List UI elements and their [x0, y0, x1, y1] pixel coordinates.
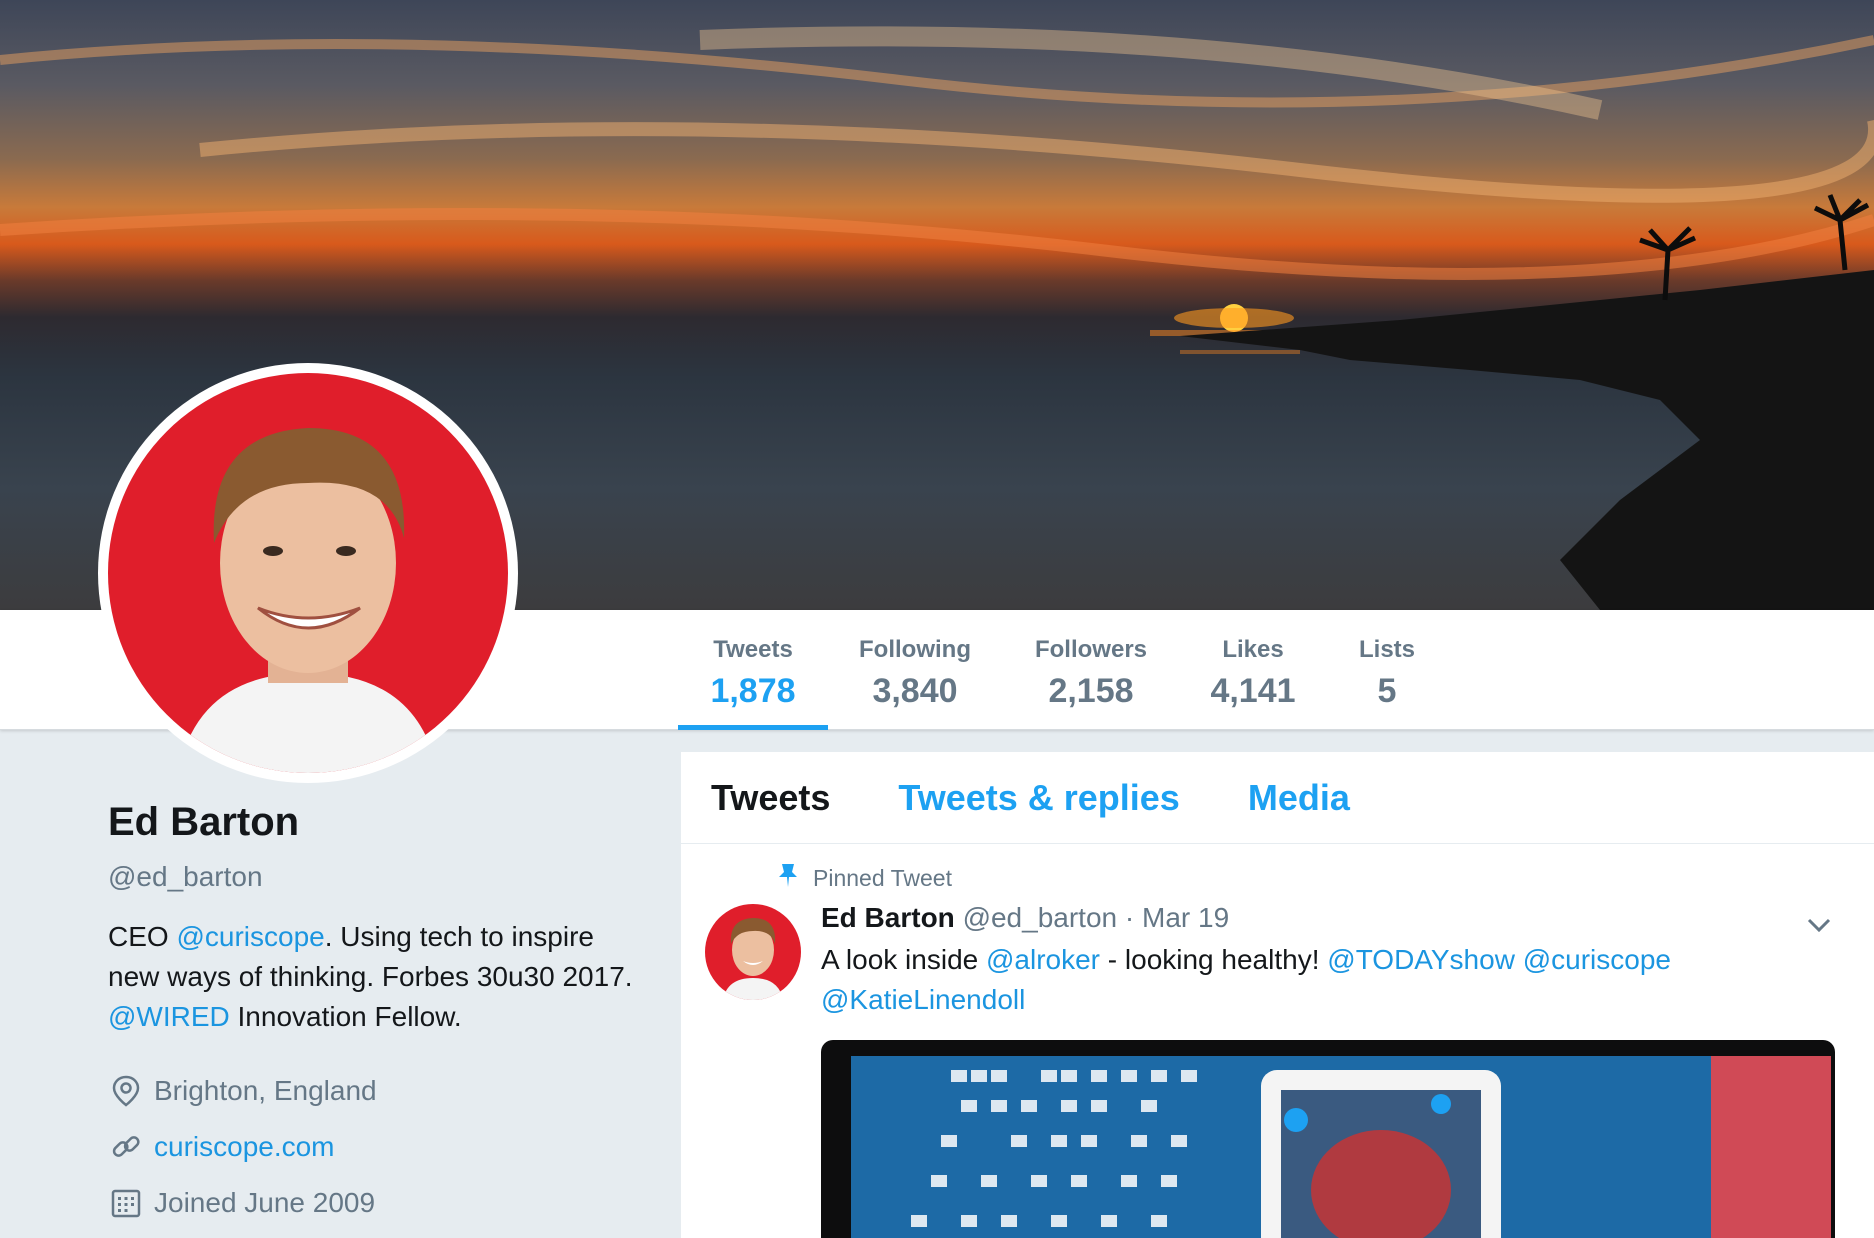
profile-info: Ed Barton @ed_barton CEO @curiscope. Usi…: [108, 800, 668, 1231]
chevron-down-icon[interactable]: [1802, 908, 1836, 942]
tab-tweets[interactable]: Tweets: [711, 777, 830, 819]
tweet-text: A look inside @alroker - looking healthy…: [821, 940, 1721, 1020]
profile-meta: Brighton, England curiscope.com Joined J…: [108, 1063, 668, 1231]
pinned-tweet-label: Pinned Tweet: [777, 862, 952, 894]
profile-name[interactable]: Ed Barton: [108, 800, 668, 845]
joined-text: Joined June 2009: [154, 1187, 376, 1218]
stat-value: 5: [1377, 672, 1397, 710]
tweet-text-part: A look inside: [821, 944, 986, 975]
website-link[interactable]: curiscope.com: [154, 1131, 335, 1163]
stat-followers[interactable]: Followers 2,158: [1024, 610, 1158, 730]
bio-mention-curiscope[interactable]: @curiscope: [176, 921, 324, 952]
timeline-tabs: Tweets Tweets & replies Media: [681, 752, 1874, 844]
profile-location: Brighton, England: [108, 1063, 668, 1119]
pin-icon: [777, 862, 799, 894]
pinned-text: Pinned Tweet: [813, 864, 952, 891]
location-text: Brighton, England: [154, 1075, 377, 1106]
stat-following[interactable]: Following 3,840: [848, 610, 982, 730]
bio-text: CEO: [108, 921, 177, 952]
stat-label: Following: [859, 636, 971, 663]
profile-website: curiscope.com: [108, 1119, 668, 1175]
location-icon: [108, 1073, 144, 1109]
profile-bio: CEO @curiscope. Using tech to inspire ne…: [108, 917, 648, 1037]
stat-likes[interactable]: Likes 4,141: [1192, 610, 1314, 730]
tweet-date[interactable]: Mar 19: [1142, 902, 1229, 933]
stat-label: Lists: [1358, 636, 1415, 663]
stat-label: Tweets: [713, 636, 793, 663]
mention-todayshow[interactable]: @TODAYshow: [1327, 944, 1515, 975]
tweet-author-handle[interactable]: @ed_barton: [963, 902, 1118, 933]
stat-label: Likes: [1222, 636, 1284, 663]
tweet-media[interactable]: [821, 1040, 1835, 1238]
stat-value: 2,158: [1048, 672, 1134, 710]
stat-tweets[interactable]: Tweets 1,878: [678, 610, 828, 730]
mention-katielinendoll[interactable]: @KatieLinendoll: [821, 984, 1025, 1015]
tab-media[interactable]: Media: [1248, 777, 1350, 819]
stat-value: 4,141: [1210, 672, 1296, 710]
tweet-author-name[interactable]: Ed Barton: [821, 902, 955, 933]
bio-text: Innovation Fellow.: [229, 1001, 462, 1032]
stat-value: 1,878: [710, 672, 796, 710]
profile-handle: @ed_barton: [108, 861, 263, 892]
mention-alroker[interactable]: @alroker: [986, 944, 1100, 975]
profile-avatar[interactable]: [98, 363, 518, 783]
stat-lists[interactable]: Lists 5: [1350, 610, 1424, 730]
tweet-text-part: - looking healthy!: [1100, 944, 1328, 975]
tweet-separator: ·: [1124, 902, 1135, 933]
calendar-icon: [108, 1185, 144, 1221]
link-icon: [108, 1129, 144, 1165]
tweet-header: Ed Barton @ed_barton · Mar 19: [821, 902, 1229, 934]
stat-value: 3,840: [872, 672, 958, 710]
tab-tweets-replies[interactable]: Tweets & replies: [898, 777, 1179, 819]
stat-label: Followers: [1034, 636, 1148, 663]
mention-curiscope[interactable]: @curiscope: [1523, 944, 1671, 975]
bio-mention-wired[interactable]: @WIRED: [108, 1001, 230, 1032]
tweet-timeline: Tweets Tweets & replies Media Pinned Twe…: [680, 752, 1874, 1238]
tweet-avatar[interactable]: [705, 904, 801, 1000]
profile-joined: Joined June 2009: [108, 1175, 668, 1231]
